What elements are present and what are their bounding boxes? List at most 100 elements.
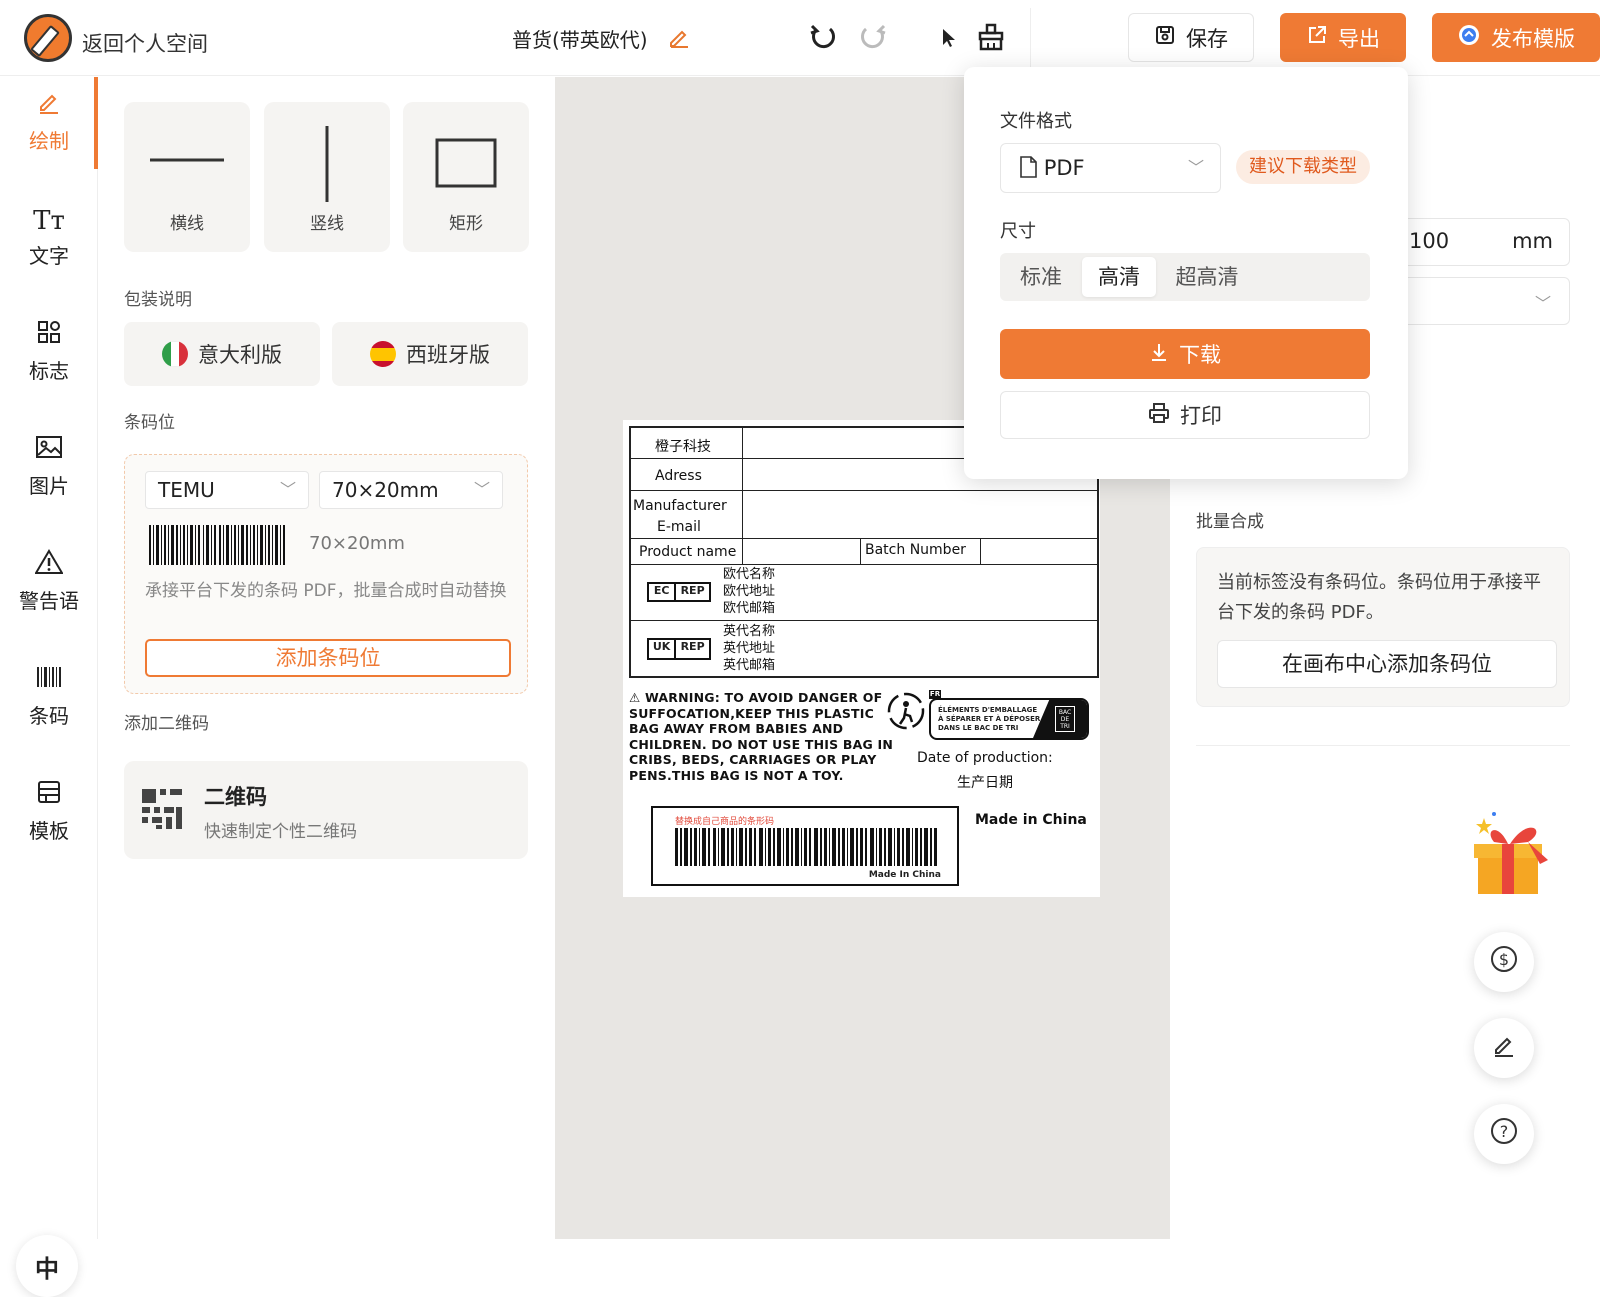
nav-item-image[interactable]: 图片 bbox=[0, 434, 98, 499]
barcode-hint: 替换成自己商品的条形码 bbox=[675, 817, 775, 827]
table-divider bbox=[742, 426, 743, 564]
italy-version-button[interactable]: 意大利版 bbox=[124, 322, 320, 386]
clear-brush-icon[interactable] bbox=[976, 22, 1006, 59]
uk-rep-name: 英代名称 bbox=[723, 624, 776, 639]
undo-icon[interactable] bbox=[808, 22, 838, 59]
nav-item-text[interactable]: Tт 文字 bbox=[0, 204, 98, 269]
shape-horizontal-line[interactable]: 横线 bbox=[124, 102, 250, 252]
add-barcode-slot-button[interactable]: 添加条码位 bbox=[145, 639, 511, 677]
save-icon bbox=[1154, 24, 1176, 51]
nav-label: 文字 bbox=[29, 244, 69, 268]
barcode-size-select[interactable]: 70×20mm ﹀ bbox=[319, 471, 503, 509]
publish-template-button[interactable]: 发布模版 bbox=[1432, 13, 1600, 62]
table-border bbox=[629, 426, 631, 678]
download-label: 下载 bbox=[1179, 343, 1221, 367]
export-label: 导出 bbox=[1338, 26, 1380, 51]
download-icon bbox=[1149, 342, 1169, 367]
text-icon: Tт bbox=[33, 206, 65, 236]
file-format-value: PDF bbox=[1043, 156, 1085, 180]
chevron-down-icon: ﹀ bbox=[1187, 158, 1204, 177]
feedback-edit-button[interactable] bbox=[1474, 1018, 1534, 1078]
nav-item-template[interactable]: 模板 bbox=[0, 779, 98, 844]
made-in-china-text: Made in China bbox=[975, 812, 1087, 828]
vertical-line-icon bbox=[325, 126, 329, 202]
app-logo[interactable] bbox=[24, 14, 72, 62]
italy-version-label: 意大利版 bbox=[198, 343, 282, 367]
tools-panel: 横线 竖线 矩形 包装说明 意大利版 西班牙版 条码位 TEMU ﹀ 70×20… bbox=[98, 77, 553, 1239]
file-format-select[interactable]: PDF ﹀ bbox=[1000, 143, 1221, 193]
help-icon: ? bbox=[1489, 1116, 1519, 1152]
qr-subtitle: 快速制定个性二维码 bbox=[204, 822, 357, 842]
batch-section-title: 批量合成 bbox=[1196, 512, 1264, 532]
table-divider bbox=[629, 620, 1099, 621]
uk-rep-symbol: UK REP bbox=[647, 638, 711, 660]
size-option-standard[interactable]: 标准 bbox=[1004, 257, 1078, 297]
platform-select[interactable]: TEMU ﹀ bbox=[145, 471, 309, 509]
toolbar-divider bbox=[1030, 8, 1031, 68]
download-button[interactable]: 下载 bbox=[1000, 329, 1370, 379]
pencil-icon bbox=[0, 89, 98, 123]
suggested-type-badge: 建议下载类型 bbox=[1236, 150, 1370, 184]
shape-label: 矩形 bbox=[449, 214, 483, 234]
pricing-button[interactable]: $ bbox=[1474, 932, 1534, 992]
triman-recycle-icon bbox=[887, 692, 925, 730]
back-to-space-link[interactable]: 返回个人空间 bbox=[82, 28, 208, 58]
nav-label: 警告语 bbox=[19, 589, 79, 613]
bac-de-tri-bin: BAC DE TRI bbox=[1033, 700, 1087, 738]
qr-code-icon bbox=[142, 789, 182, 829]
nav-label: 绘制 bbox=[29, 129, 69, 153]
publish-label: 发布模版 bbox=[1491, 26, 1575, 51]
nav-label: 标志 bbox=[29, 359, 69, 383]
add-barcode-center-button[interactable]: 在画布中心添加条码位 bbox=[1217, 640, 1557, 688]
nav-item-draw[interactable]: 绘制 bbox=[0, 89, 98, 154]
nav-item-warning[interactable]: 警告语 bbox=[0, 549, 98, 614]
document-title[interactable]: 普货(带英欧代) bbox=[512, 24, 648, 53]
pencil-icon bbox=[1491, 1032, 1517, 1064]
size-label: 尺寸 bbox=[1000, 221, 1036, 242]
recycling-bin-icon: BAC DE TRI bbox=[1055, 706, 1075, 732]
language-toggle[interactable]: 中 bbox=[16, 1235, 78, 1297]
grid-icon bbox=[0, 319, 98, 353]
spain-version-label: 西班牙版 bbox=[406, 343, 490, 367]
shape-label: 横线 bbox=[170, 214, 204, 234]
save-label: 保存 bbox=[1186, 26, 1228, 51]
chevron-down-icon: ﹀ bbox=[1534, 294, 1551, 313]
nav-item-barcode[interactable]: 条码 bbox=[0, 664, 98, 729]
barcode-made-in-china: Made In China bbox=[868, 870, 941, 880]
label-batch-number: Batch Number bbox=[865, 542, 966, 558]
barcode-slot-card: TEMU ﹀ 70×20mm ﹀ 70×20mm 承接平台下发的条码 PDF，批… bbox=[124, 454, 528, 694]
qr-title: 二维码 bbox=[204, 785, 267, 809]
export-button[interactable]: 导出 bbox=[1280, 13, 1406, 62]
height-value: 100 bbox=[1409, 229, 1450, 253]
label-artboard[interactable]: 橙子科技 Adress Manufacturer E-mail Product … bbox=[623, 420, 1100, 897]
edit-title-icon[interactable] bbox=[668, 26, 690, 53]
shape-vertical-line[interactable]: 竖线 bbox=[264, 102, 390, 252]
label-email: E-mail bbox=[657, 519, 701, 535]
image-icon bbox=[0, 434, 98, 468]
redo-icon[interactable] bbox=[858, 22, 888, 59]
date-of-production-label: Date of production: bbox=[917, 750, 1053, 766]
horizontal-line-icon bbox=[150, 158, 224, 162]
table-divider bbox=[980, 538, 981, 564]
save-button[interactable]: 保存 bbox=[1128, 13, 1254, 62]
size-option-hd[interactable]: 高清 bbox=[1082, 257, 1156, 297]
nav-item-symbol[interactable]: 标志 bbox=[0, 319, 98, 384]
help-button[interactable]: ? bbox=[1474, 1104, 1534, 1164]
gift-icon[interactable] bbox=[1470, 812, 1560, 902]
spain-version-button[interactable]: 西班牙版 bbox=[332, 322, 528, 386]
table-border bbox=[629, 676, 1099, 678]
barcode-placeholder[interactable]: 替换成自己商品的条形码 Made In China bbox=[651, 806, 959, 886]
batch-compose-card: 当前标签没有条码位。条码位用于承接平台下发的条码 PDF。 在画布中心添加条码位 bbox=[1196, 547, 1570, 707]
shape-rectangle[interactable]: 矩形 bbox=[403, 102, 529, 252]
qr-code-card[interactable]: 二维码 快速制定个性二维码 bbox=[124, 761, 528, 859]
batch-description: 当前标签没有条码位。条码位用于承接平台下发的条码 PDF。 bbox=[1217, 572, 1541, 623]
export-icon bbox=[1306, 24, 1328, 51]
nav-label: 模板 bbox=[29, 819, 69, 843]
print-button[interactable]: 打印 bbox=[1000, 391, 1370, 439]
table-divider bbox=[860, 538, 861, 564]
file-format-label: 文件格式 bbox=[1000, 111, 1072, 132]
table-divider bbox=[629, 490, 1099, 491]
warning-icon bbox=[0, 549, 98, 583]
size-option-ultra-hd[interactable]: 超高清 bbox=[1160, 257, 1254, 297]
pointer-icon[interactable] bbox=[940, 26, 958, 56]
